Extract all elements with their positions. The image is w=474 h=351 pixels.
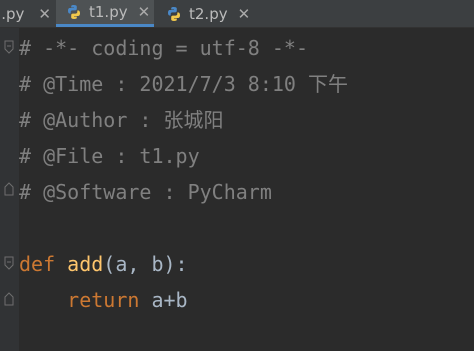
- def-keyword: def: [19, 252, 56, 276]
- editor-gutter: [0, 28, 19, 351]
- function-params: (a, b):: [103, 252, 188, 276]
- fold-icon[interactable]: [4, 40, 14, 54]
- tab-t2-py[interactable]: t2.py ✕: [154, 0, 254, 27]
- editor-tab-bar: a.py ✕ t1.py ✕ t2.py ✕: [0, 0, 474, 28]
- close-icon[interactable]: ✕: [138, 3, 151, 21]
- close-icon[interactable]: ✕: [238, 5, 251, 23]
- code-line-2: # @Time : 2021/7/3 8:10 下午: [19, 72, 348, 96]
- code-line-3: # @Author : 张城阳: [19, 108, 224, 132]
- fold-icon[interactable]: [4, 182, 14, 196]
- tab-label: t1.py: [89, 3, 128, 21]
- tab-label: a.py: [0, 4, 25, 23]
- tab-a-py[interactable]: a.py ✕: [0, 0, 51, 27]
- tab-t1-py[interactable]: t1.py ✕: [56, 0, 154, 27]
- close-icon[interactable]: ✕: [38, 5, 51, 23]
- return-keyword: return: [67, 288, 140, 312]
- python-file-icon: [168, 6, 180, 21]
- fold-icon[interactable]: [4, 256, 14, 270]
- code-line-def: def add(a, b):: [19, 252, 188, 276]
- code-line-return: return a+b: [19, 288, 188, 312]
- code-line-4: # @File : t1.py: [19, 144, 200, 168]
- code-line-5: # @Software : PyCharm: [19, 180, 272, 204]
- code-line-1: # -*- coding = utf-8 -*-: [19, 36, 308, 60]
- python-file-icon: [68, 5, 80, 19]
- tab-label: t2.py: [189, 4, 228, 23]
- function-name: add: [67, 252, 104, 276]
- fold-icon[interactable]: [4, 292, 14, 306]
- return-expression: a+b: [139, 288, 188, 312]
